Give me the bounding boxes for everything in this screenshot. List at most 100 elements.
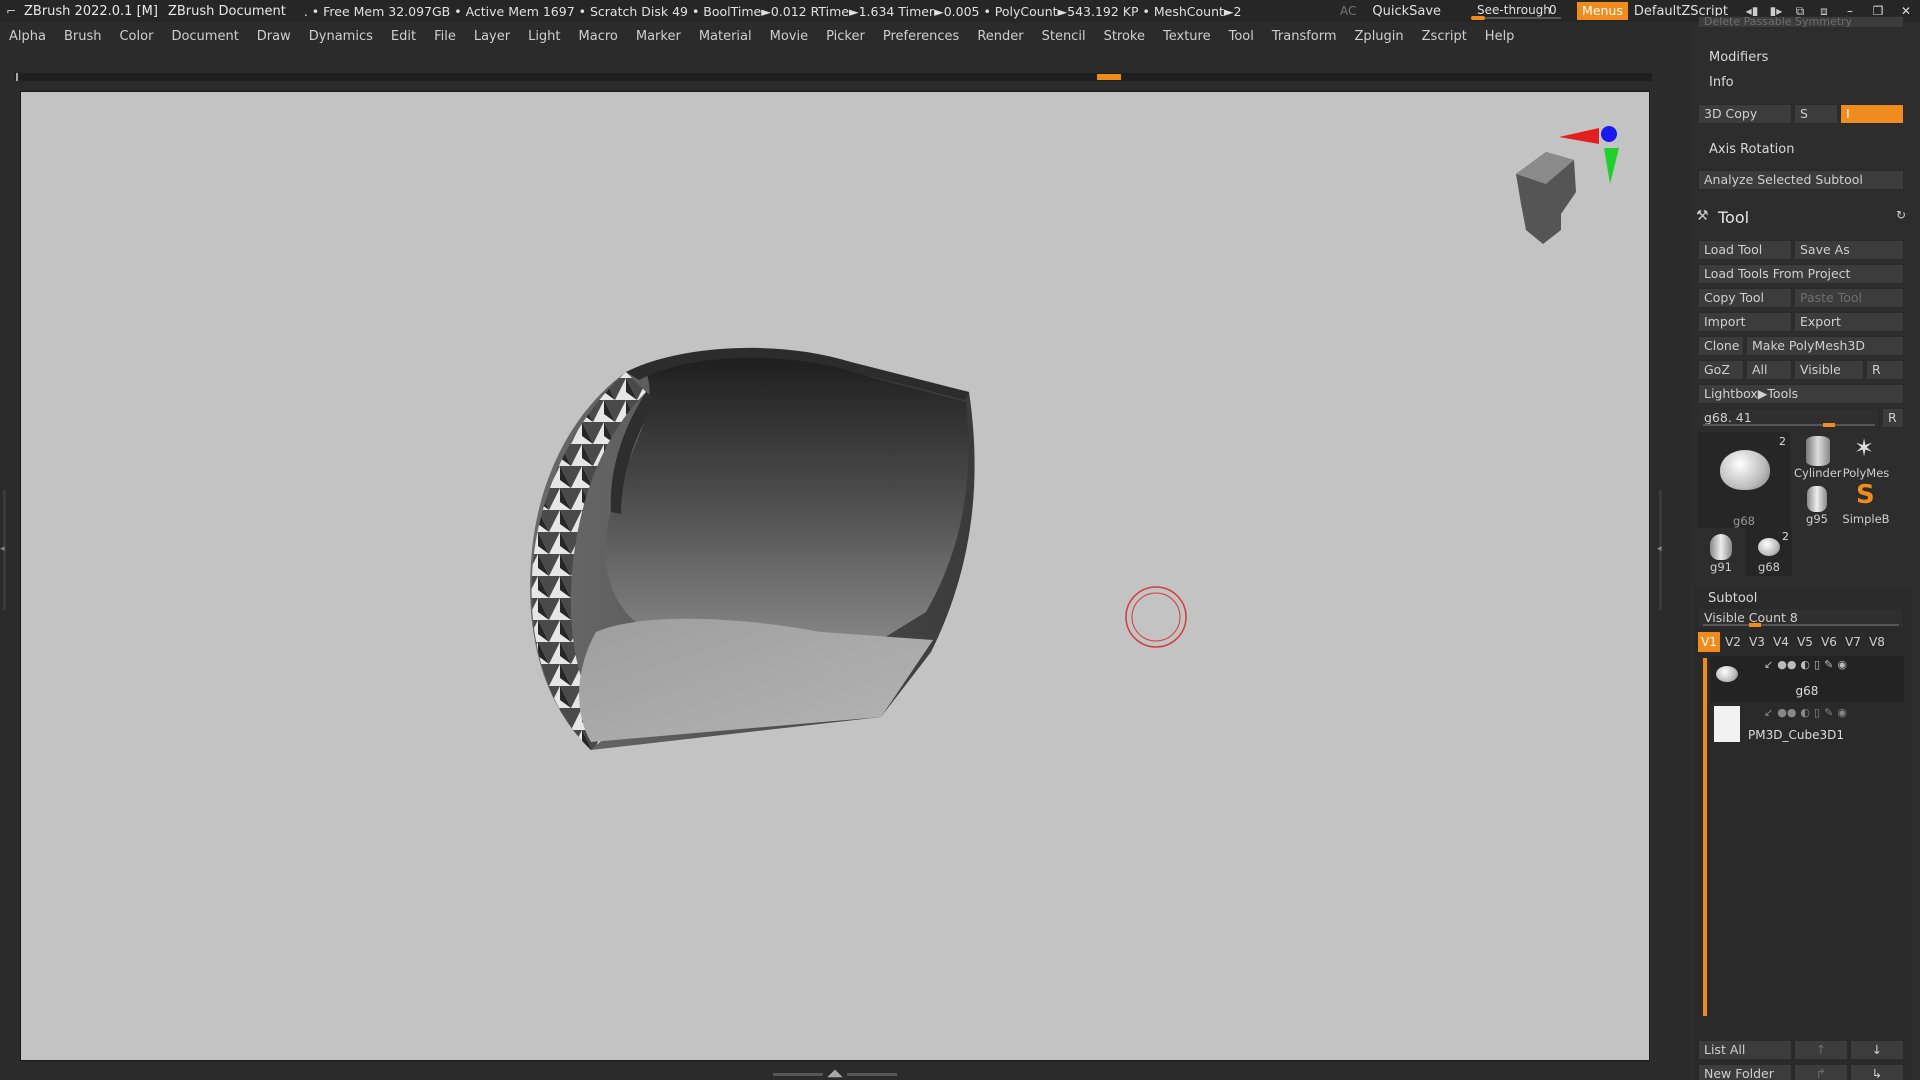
move-up-icon[interactable]: ↑ bbox=[1794, 1040, 1848, 1060]
transparency-toggle-icon[interactable]: ▯ bbox=[1814, 706, 1820, 719]
load-tool-button[interactable]: Load Tool bbox=[1698, 240, 1792, 260]
vset-tab-v6[interactable]: V6 bbox=[1818, 632, 1840, 652]
menu-movie[interactable]: Movie bbox=[761, 29, 817, 44]
menu-zscript[interactable]: Zscript bbox=[1413, 29, 1476, 44]
brush-toggle-icon[interactable]: ✎ bbox=[1824, 658, 1833, 671]
subtool-header[interactable]: Subtool bbox=[1708, 591, 1757, 606]
menu-macro[interactable]: Macro bbox=[570, 29, 627, 44]
clone-button[interactable]: Clone bbox=[1698, 336, 1744, 356]
vset-tab-v8[interactable]: V8 bbox=[1866, 632, 1888, 652]
timeline-track[interactable] bbox=[14, 73, 1652, 81]
expand-left-icon[interactable]: ◂ bbox=[0, 544, 5, 554]
menu-material[interactable]: Material bbox=[690, 29, 761, 44]
tool-thumb-polymesh[interactable]: ✶ PolyMes bbox=[1840, 432, 1892, 482]
move-down-icon[interactable]: ↓ bbox=[1850, 1040, 1904, 1060]
tool-thumb-cylinder[interactable]: Cylinder bbox=[1794, 432, 1842, 482]
brush-toggle-icon[interactable]: ✎ bbox=[1824, 706, 1833, 719]
i-button[interactable]: I bbox=[1840, 104, 1904, 124]
current-tool-handle[interactable] bbox=[1823, 423, 1835, 427]
canvas-viewport[interactable] bbox=[20, 91, 1650, 1061]
visible-count-slider[interactable]: Visible Count 8 bbox=[1698, 608, 1904, 628]
goz-r-button[interactable]: R bbox=[1866, 360, 1904, 380]
folder-action-icon[interactable]: ↱ bbox=[1794, 1064, 1848, 1080]
see-through-handle[interactable] bbox=[1471, 16, 1486, 20]
s-button[interactable]: S bbox=[1794, 104, 1838, 124]
vset-tab-v1[interactable]: V1 bbox=[1698, 632, 1720, 652]
goz-visible-button[interactable]: Visible bbox=[1794, 360, 1864, 380]
vset-tab-v7[interactable]: V7 bbox=[1842, 632, 1864, 652]
menus-toggle-button[interactable]: Menus bbox=[1577, 2, 1628, 20]
menu-dynamics[interactable]: Dynamics bbox=[300, 29, 382, 44]
eye-icon[interactable]: ◉ bbox=[1837, 706, 1847, 719]
paste-tool-button[interactable]: Paste Tool bbox=[1794, 288, 1904, 308]
menu-color[interactable]: Color bbox=[110, 29, 162, 44]
delete-passable-symmetry-button[interactable]: Delete Passable Symmetry bbox=[1698, 16, 1904, 28]
menu-transform[interactable]: Transform bbox=[1263, 29, 1346, 44]
menu-stroke[interactable]: Stroke bbox=[1095, 29, 1154, 44]
menu-alpha[interactable]: Alpha bbox=[0, 29, 55, 44]
export-button[interactable]: Export bbox=[1794, 312, 1904, 332]
vset-tab-v2[interactable]: V2 bbox=[1722, 632, 1744, 652]
make-polymesh3d-button[interactable]: Make PolyMesh3D bbox=[1746, 336, 1904, 356]
polygroup-toggle-icon[interactable]: ◐ bbox=[1800, 706, 1810, 719]
timeline-marker[interactable] bbox=[1097, 74, 1121, 80]
lightbox-tools-button[interactable]: Lightbox▶Tools bbox=[1698, 384, 1904, 404]
eye-icon[interactable]: ◉ bbox=[1837, 658, 1847, 671]
expand-right-icon[interactable]: ◂ bbox=[1657, 544, 1662, 554]
tool-thumb-simplebrush[interactable]: S SimpleB bbox=[1840, 480, 1892, 528]
quicksave-button[interactable]: QuickSave bbox=[1372, 4, 1441, 19]
arrow-icon[interactable]: ↙ bbox=[1764, 658, 1773, 671]
right-tray-handle[interactable]: ◂ bbox=[1656, 490, 1666, 610]
left-tray-handle[interactable]: ◂ bbox=[0, 490, 8, 610]
goz-button[interactable]: GoZ bbox=[1698, 360, 1744, 380]
menu-render[interactable]: Render bbox=[968, 29, 1032, 44]
bottom-tray-handle[interactable]: ◢◣ bbox=[770, 1069, 900, 1079]
analyze-subtool-button[interactable]: Analyze Selected Subtool bbox=[1698, 170, 1904, 190]
tool-thumb-g95[interactable]: g95 bbox=[1794, 480, 1840, 528]
subtool-row-g68[interactable]: ↙ ●● ◐ ▯ ✎ ◉ g68 bbox=[1710, 656, 1904, 702]
mesh-bowl[interactable] bbox=[530, 347, 975, 750]
ac-indicator[interactable]: AC bbox=[1340, 4, 1356, 18]
tool-thumb-g68-small[interactable]: 2 g68 bbox=[1746, 528, 1792, 576]
menu-stencil[interactable]: Stencil bbox=[1033, 29, 1095, 44]
folder-move-icon[interactable]: ↳ bbox=[1850, 1064, 1904, 1080]
polygroup-toggle-icon[interactable]: ◐ bbox=[1800, 658, 1810, 671]
menu-help[interactable]: Help bbox=[1476, 29, 1524, 44]
menu-file[interactable]: File bbox=[425, 29, 465, 44]
gizmo-z-axis-dot[interactable] bbox=[1601, 126, 1617, 142]
load-tools-from-project-button[interactable]: Load Tools From Project bbox=[1698, 264, 1904, 284]
3d-copy-button[interactable]: 3D Copy bbox=[1698, 104, 1792, 124]
info-header[interactable]: Info bbox=[1709, 75, 1734, 90]
tool-palette-title[interactable]: Tool bbox=[1718, 208, 1749, 227]
vset-tab-v5[interactable]: V5 bbox=[1794, 632, 1816, 652]
subtool-scrollbar[interactable] bbox=[1703, 658, 1707, 1016]
menu-texture[interactable]: Texture bbox=[1154, 29, 1220, 44]
axis-rotation-header[interactable]: Axis Rotation bbox=[1709, 142, 1794, 157]
vset-tab-v4[interactable]: V4 bbox=[1770, 632, 1792, 652]
expand-bottom-icon[interactable]: ◢◣ bbox=[827, 1069, 842, 1079]
menu-brush[interactable]: Brush bbox=[55, 29, 111, 44]
import-button[interactable]: Import bbox=[1698, 312, 1792, 332]
tool-thumb-g68-large[interactable]: 2 g68 bbox=[1698, 432, 1790, 528]
menu-light[interactable]: Light bbox=[519, 29, 569, 44]
goz-all-button[interactable]: All bbox=[1746, 360, 1792, 380]
menu-edit[interactable]: Edit bbox=[382, 29, 425, 44]
gizmo-y-axis-arrow[interactable] bbox=[1604, 148, 1619, 184]
menu-document[interactable]: Document bbox=[162, 29, 247, 44]
current-tool-slider[interactable]: g68. 41 bbox=[1698, 408, 1880, 428]
save-as-button[interactable]: Save As bbox=[1794, 240, 1904, 260]
menu-tool[interactable]: Tool bbox=[1220, 29, 1263, 44]
transparency-toggle-icon[interactable]: ▯ bbox=[1814, 658, 1820, 671]
vset-tab-v3[interactable]: V3 bbox=[1746, 632, 1768, 652]
modifiers-header[interactable]: Modifiers bbox=[1709, 50, 1768, 65]
menu-picker[interactable]: Picker bbox=[817, 29, 874, 44]
new-folder-button[interactable]: New Folder bbox=[1698, 1064, 1792, 1080]
menu-zplugin[interactable]: Zplugin bbox=[1346, 29, 1413, 44]
navigation-head-gizmo-icon[interactable] bbox=[1516, 126, 1619, 244]
copy-tool-button[interactable]: Copy Tool bbox=[1698, 288, 1792, 308]
zbrush-logo-icon[interactable]: ⌐ bbox=[2, 3, 20, 19]
menu-preferences[interactable]: Preferences bbox=[874, 29, 968, 44]
menu-marker[interactable]: Marker bbox=[627, 29, 690, 44]
subtool-row-pm3d-cube[interactable]: ↙ ●● ◐ ▯ ✎ ◉ PM3D_Cube3D1 bbox=[1710, 704, 1904, 750]
polypaint-toggle-icon[interactable]: ●● bbox=[1777, 706, 1796, 719]
